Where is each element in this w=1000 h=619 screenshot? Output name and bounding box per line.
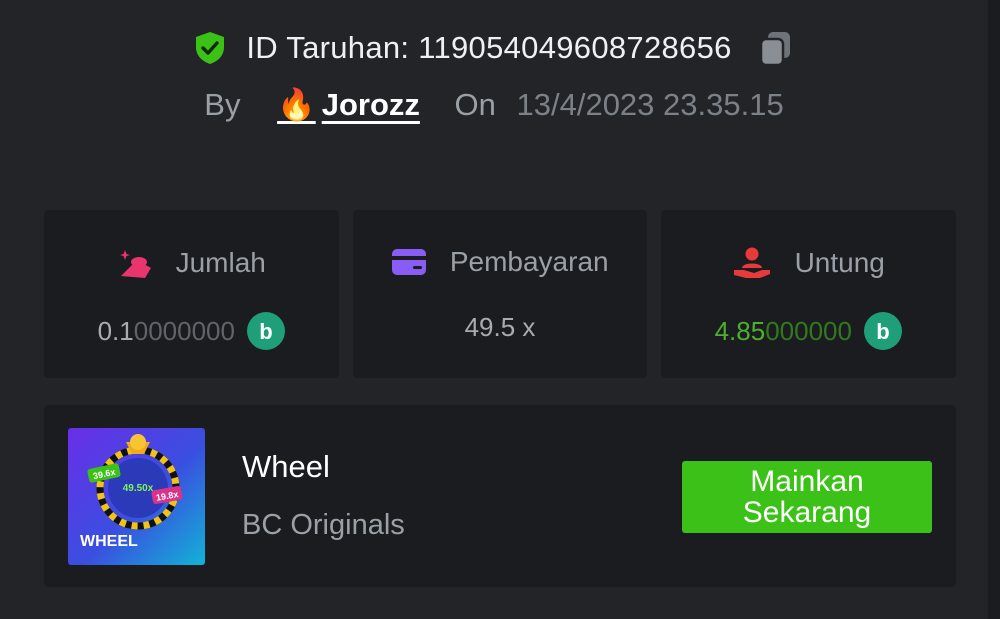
payout-value: 49.5 x: [464, 312, 536, 342]
page-edge: [988, 0, 1000, 619]
on-label: On: [454, 87, 496, 122]
fire-icon: 🔥: [277, 87, 316, 122]
svg-text:b: b: [877, 319, 890, 344]
svg-text:b: b: [260, 319, 273, 344]
verified-shield-icon: [192, 30, 228, 66]
svg-text:WHEEL: WHEEL: [80, 533, 138, 550]
currency-coin-icon: b: [247, 312, 286, 350]
play-now-button[interactable]: Mainkan Sekarang: [682, 461, 932, 533]
payout-label: Pembayaran: [449, 246, 609, 277]
card-icon: [392, 249, 427, 275]
amount-value: 0.10000000: [97, 315, 235, 346]
svg-text:49.50x: 49.50x: [123, 483, 154, 494]
hand-profit-icon: [734, 247, 771, 278]
game-provider: BC Originals: [242, 509, 405, 541]
bet-date: 13/4/2023 23.35.15: [516, 87, 784, 122]
game-thumbnail[interactable]: 39.6x 49.50x 19.8x WHEEL: [68, 428, 205, 565]
stat-payout: Pembayaran 49.5 x: [353, 210, 647, 378]
copy-icon[interactable]: [756, 28, 796, 68]
bet-id-row: ID Taruhan: 119054049608728656: [0, 28, 988, 68]
profit-label: Untung: [794, 247, 885, 278]
bet-author-row: By 🔥 Jorozz On 13/4/2023 23.35.15: [0, 86, 988, 123]
coins-icon: [120, 250, 152, 278]
currency-coin-icon: b: [864, 312, 903, 350]
stat-amount: Jumlah 0.10000000 b: [44, 210, 339, 378]
bet-id: ID Taruhan: 119054049608728656: [246, 30, 732, 65]
game-title[interactable]: Wheel: [242, 449, 330, 485]
user-link[interactable]: 🔥 Jorozz: [277, 86, 420, 123]
game-card: 39.6x 49.50x 19.8x WHEEL Wheel BC Origin…: [44, 405, 956, 587]
amount-label: Jumlah: [175, 247, 266, 278]
profit-value: 4.85000000: [714, 315, 852, 346]
by-label: By: [204, 87, 241, 122]
stat-profit: Untung 4.85000000 b: [661, 210, 956, 378]
user-name: Jorozz: [321, 87, 420, 122]
bet-stats: Jumlah 0.10000000 b Pembayaran 49.5 x Un…: [44, 210, 956, 378]
bet-header: ID Taruhan: 119054049608728656 By 🔥 Joroz…: [0, 0, 988, 160]
